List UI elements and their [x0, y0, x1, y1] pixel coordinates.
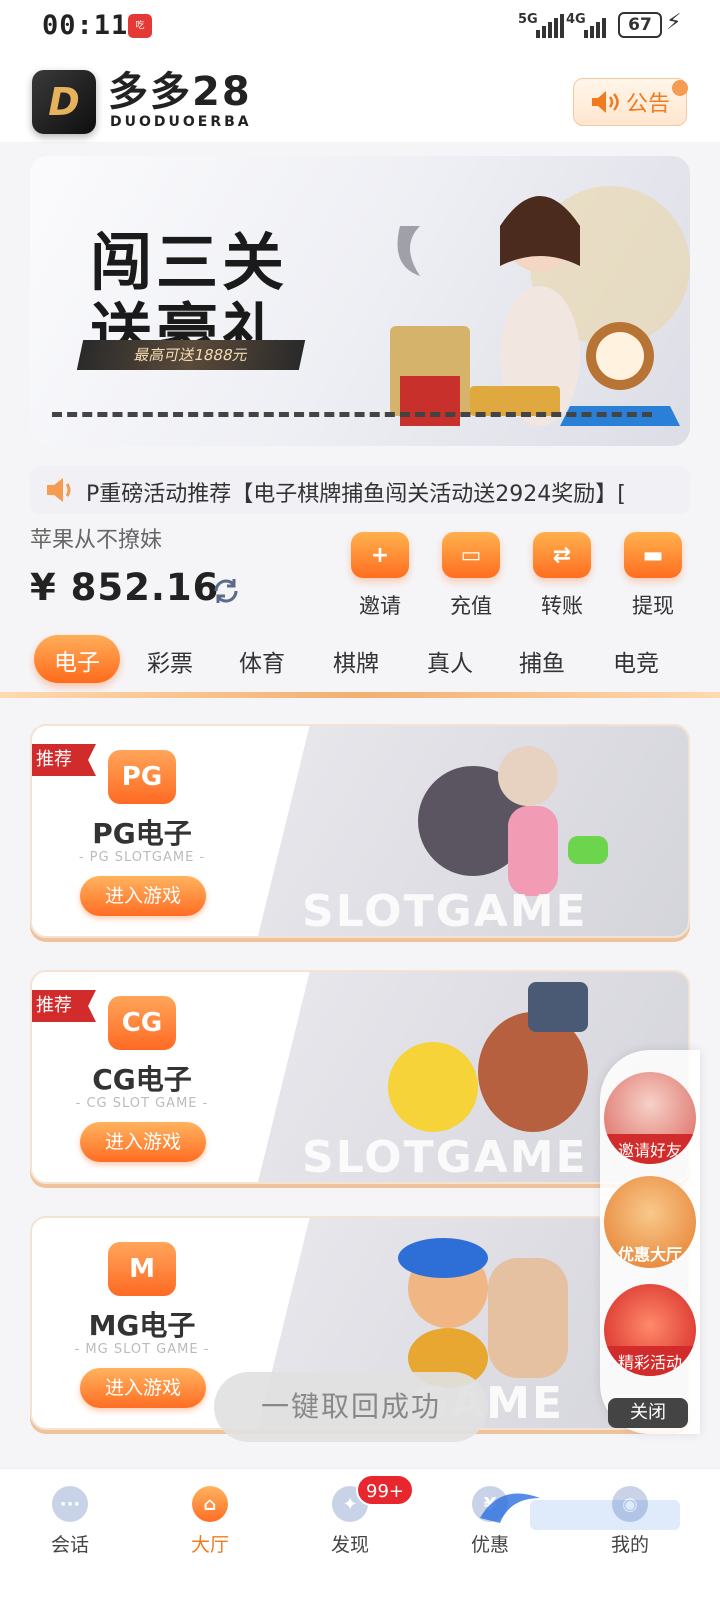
tab-fishing[interactable]: 捕鱼: [512, 644, 572, 678]
enter-game-button[interactable]: 进入游戏: [80, 1122, 206, 1162]
game-card-cg[interactable]: SLOTGAME 推荐 CG CG电子 - CG SLOT GAME - 进入游…: [30, 970, 690, 1184]
toast-message: 一键取回成功: [214, 1372, 488, 1442]
account-balance: ¥ 852.16: [30, 566, 220, 609]
transfer-icon: ⇄: [533, 532, 591, 578]
enter-game-button[interactable]: 进入游戏: [80, 876, 206, 916]
nav-discover-label: 发现: [330, 1534, 369, 1556]
recommend-tag: 推荐: [32, 990, 96, 1022]
game-subtitle: - MG SLOT GAME -: [74, 1342, 210, 1357]
transfer-action[interactable]: ⇄ 转账: [527, 532, 597, 620]
banner-illustration: [390, 186, 690, 426]
recommend-tag: 推荐: [32, 744, 96, 776]
promo-hall-float[interactable]: 优惠大厅: [604, 1176, 696, 1268]
wallet-icon: ▭: [442, 532, 500, 578]
username: 苹果从不撩妹: [30, 528, 163, 553]
tab-electronic[interactable]: 电子: [0, 643, 154, 677]
network-5g-label: 5G: [518, 12, 538, 27]
banner-subtitle: 最高可送1888元: [76, 340, 306, 370]
close-float-button[interactable]: 关闭: [608, 1398, 688, 1428]
notice-button[interactable]: 公告: [573, 78, 687, 126]
tab-sports[interactable]: 体育: [232, 644, 292, 678]
transfer-label: 转账: [541, 594, 583, 618]
invite-label: 邀请: [359, 594, 401, 618]
game-subtitle: - PG SLOTGAME -: [78, 850, 206, 865]
game-name: MG电子: [88, 1309, 196, 1342]
site-watermark-logo: [480, 1493, 680, 1530]
pg-logo-icon: PG: [108, 750, 176, 804]
card-icon: ▬: [624, 532, 682, 578]
brand-name: 多多28: [108, 69, 252, 115]
invite-action[interactable]: + 邀请: [345, 532, 415, 620]
tab-chess[interactable]: 棋牌: [326, 644, 386, 678]
nav-hall-label: 大厅: [190, 1534, 229, 1556]
hall-icon: ⌂: [192, 1486, 228, 1522]
game-name: PG电子: [92, 817, 192, 850]
status-time: 00:11: [42, 10, 129, 41]
nav-chat[interactable]: ··· 会话: [30, 1486, 110, 1557]
promo-banner[interactable]: 闯三关 送豪礼 最高可送1888元: [30, 156, 690, 446]
nav-chat-label: 会话: [50, 1534, 89, 1556]
tab-lottery[interactable]: 彩票: [140, 644, 200, 678]
chat-icon: ···: [52, 1486, 88, 1522]
mg-logo-icon: M: [108, 1242, 176, 1296]
battery-indicator: 67: [618, 12, 662, 38]
refresh-icon[interactable]: [210, 575, 242, 607]
app-logo: D: [32, 70, 96, 134]
nav-hall[interactable]: ⌂ 大厅: [170, 1486, 250, 1557]
game-subtitle: - CG SLOT GAME -: [75, 1096, 209, 1111]
signal-5g-icon: [536, 14, 564, 38]
notice-unread-dot: [672, 80, 688, 96]
cg-logo-icon: CG: [108, 996, 176, 1050]
activities-float[interactable]: 精彩活动: [604, 1284, 696, 1376]
notification-app-icon: 吃: [128, 14, 152, 38]
game-watermark: SLOTGAME: [302, 886, 588, 937]
withdraw-label: 提现: [632, 594, 674, 618]
enter-game-button[interactable]: 进入游戏: [80, 1368, 206, 1408]
notice-label: 公告: [625, 92, 670, 117]
speaker-icon: [591, 91, 619, 113]
invite-icon: +: [351, 532, 409, 578]
withdraw-action[interactable]: ▬ 提现: [618, 532, 688, 620]
game-card-pg[interactable]: SLOTGAME 推荐 PG PG电子 - PG SLOTGAME - 进入游戏: [30, 724, 690, 938]
game-name: CG电子: [92, 1063, 192, 1096]
discover-badge: 99+: [356, 1474, 414, 1506]
marquee-text: P重磅活动推荐【电子棋牌捕鱼闯关活动送2924奖励】[: [86, 482, 626, 507]
deposit-action[interactable]: ▭ 充值: [436, 532, 506, 620]
tab-esports[interactable]: 电竞: [606, 644, 666, 678]
tab-live[interactable]: 真人: [420, 644, 480, 678]
announcement-marquee[interactable]: P重磅活动推荐【电子棋牌捕鱼闯关活动送2924奖励】[: [30, 466, 690, 514]
game-watermark: SLOTGAME: [302, 1132, 588, 1183]
tab-divider: [0, 692, 720, 698]
signal-4g-icon: [584, 14, 606, 38]
banner-divider: [52, 412, 652, 417]
charging-icon: ⚡: [666, 10, 682, 35]
network-4g-label: 4G: [566, 12, 586, 27]
invite-friends-float[interactable]: 邀请好友: [604, 1072, 696, 1164]
deposit-label: 充值: [450, 594, 492, 618]
megaphone-icon: [47, 478, 71, 502]
brand-subtitle: DUODUOERBA: [110, 114, 252, 130]
